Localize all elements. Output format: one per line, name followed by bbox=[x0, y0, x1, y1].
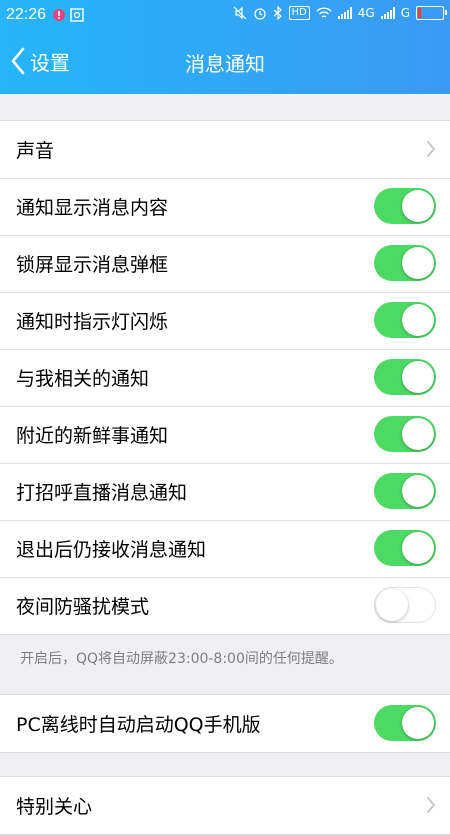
toggle-greeting-live[interactable] bbox=[374, 473, 436, 509]
page-title: 消息通知 bbox=[185, 52, 265, 76]
toggle-pc-offline[interactable] bbox=[374, 705, 436, 741]
toggle-indicator-light[interactable] bbox=[374, 302, 436, 338]
screenshot-icon bbox=[70, 8, 84, 22]
pc-offline-group: PC离线时自动启动QQ手机版 bbox=[0, 694, 450, 753]
setting-label: 声音 bbox=[16, 140, 55, 162]
network-4g: 4G bbox=[357, 6, 375, 20]
setting-label: 打招呼直播消息通知 bbox=[16, 482, 188, 504]
toggle-night-mode[interactable] bbox=[374, 587, 436, 623]
setting-special-care[interactable]: 特别关心 bbox=[0, 777, 450, 834]
toggle-nearby-news[interactable] bbox=[374, 416, 436, 452]
setting-label: 附近的新鲜事通知 bbox=[16, 425, 169, 447]
setting-label: 退出后仍接收消息通知 bbox=[16, 539, 207, 561]
setting-show-message-content: 通知显示消息内容 bbox=[0, 178, 450, 235]
status-time: 22:26 bbox=[6, 6, 47, 23]
setting-indicator-light: 通知时指示灯闪烁 bbox=[0, 292, 450, 349]
setting-night-mode: 夜间防骚扰模式 bbox=[0, 577, 450, 634]
night-mode-note: 开启后，QQ将自动屏蔽23:00-8:00间的任何提醒。 bbox=[20, 651, 343, 667]
mute-icon bbox=[233, 6, 246, 20]
bluetooth-icon bbox=[273, 6, 282, 20]
signal-icon-2 bbox=[380, 7, 395, 19]
setting-sound[interactable]: 声音 bbox=[0, 121, 450, 178]
notification-badge-icon bbox=[53, 9, 65, 21]
network-g: G bbox=[400, 6, 410, 20]
toggle-show-message-content[interactable] bbox=[374, 188, 436, 224]
toggle-lockscreen-popup[interactable] bbox=[374, 245, 436, 281]
battery-icon bbox=[416, 6, 447, 20]
setting-label: 夜间防骚扰模式 bbox=[16, 596, 150, 618]
special-care-group: 特别关心 bbox=[0, 776, 450, 835]
notification-settings-group: 声音 通知显示消息内容 锁屏显示消息弹框 通知时指示灯闪烁 与我相关的通知 附近… bbox=[0, 120, 450, 635]
setting-label: 通知显示消息内容 bbox=[16, 197, 169, 219]
alarm-icon bbox=[253, 8, 266, 20]
status-icons: HD 4G G bbox=[233, 6, 447, 20]
signal-icon bbox=[337, 7, 352, 19]
setting-greeting-live: 打招呼直播消息通知 bbox=[0, 463, 450, 520]
wifi-icon bbox=[316, 7, 332, 18]
status-bar: 22:26 HD 4G G bbox=[0, 0, 450, 32]
setting-related-to-me: 与我相关的通知 bbox=[0, 349, 450, 406]
toggle-related-to-me[interactable] bbox=[374, 359, 436, 395]
setting-label: 通知时指示灯闪烁 bbox=[16, 311, 169, 333]
setting-label: 与我相关的通知 bbox=[16, 368, 150, 390]
setting-label: PC离线时自动启动QQ手机版 bbox=[16, 714, 261, 736]
setting-label: 锁屏显示消息弹框 bbox=[16, 254, 169, 276]
hd-label: HD bbox=[288, 6, 310, 20]
nav-bar: 设置 消息通知 bbox=[0, 32, 450, 94]
chevron-right-icon bbox=[427, 797, 435, 813]
chevron-right-icon bbox=[427, 141, 435, 157]
setting-label: 特别关心 bbox=[16, 796, 93, 818]
setting-nearby-news: 附近的新鲜事通知 bbox=[0, 406, 450, 463]
setting-receive-after-exit: 退出后仍接收消息通知 bbox=[0, 520, 450, 577]
setting-pc-offline: PC离线时自动启动QQ手机版 bbox=[0, 695, 450, 752]
setting-lockscreen-popup: 锁屏显示消息弹框 bbox=[0, 235, 450, 292]
toggle-receive-after-exit[interactable] bbox=[374, 530, 436, 566]
